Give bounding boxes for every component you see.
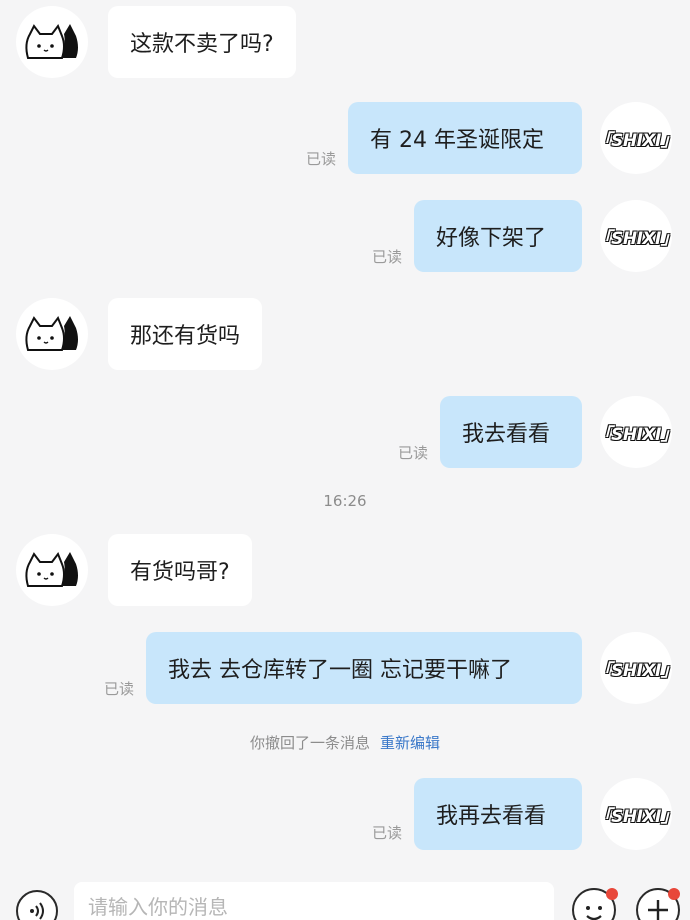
message-bubble[interactable]: 我去看看 [440, 396, 582, 468]
message-bubble[interactable]: 好像下架了 [414, 200, 582, 272]
message-bubble[interactable]: 我去 去仓库转了一圈 忘记要干嘛了 [146, 632, 582, 704]
message-row-incoming: 有货吗哥? [0, 534, 690, 606]
message-row-outgoing: 已读 好像下架了 「SHIXI」 [0, 200, 690, 272]
read-status: 已读 [372, 824, 403, 842]
message-bubble[interactable]: 有 24 年圣诞限定 [348, 102, 582, 174]
voice-icon [30, 902, 44, 920]
self-avatar-logo: 「SHIXI」 [600, 806, 672, 827]
self-avatar-logo: 「SHIXI」 [600, 660, 672, 681]
recall-notice: 你撤回了一条消息 重新编辑 [0, 732, 690, 753]
self-avatar-logo: 「SHIXI」 [600, 228, 672, 249]
message-row-outgoing: 已读 我去 去仓库转了一圈 忘记要干嘛了 「SHIXI」 [0, 632, 690, 704]
input-bar [0, 876, 690, 920]
contact-avatar[interactable] [16, 534, 88, 606]
timestamp: 16:26 [323, 492, 367, 510]
message-row-outgoing: 已读 有 24 年圣诞限定 「SHIXI」 [0, 102, 690, 174]
message-row-incoming: 这款不卖了吗? [0, 6, 690, 78]
read-status: 已读 [104, 680, 135, 698]
cat-avatar-icon [25, 315, 78, 351]
message-row-outgoing: 已读 我去看看 「SHIXI」 [0, 396, 690, 468]
contact-avatar[interactable] [16, 6, 88, 78]
cat-avatar-icon [25, 551, 78, 587]
recall-notice-text: 你撤回了一条消息 [249, 734, 370, 752]
self-avatar[interactable]: 「SHIXI」 [600, 778, 672, 850]
message-bubble[interactable]: 有货吗哥? [108, 534, 252, 606]
message-row-outgoing: 已读 我再去看看 「SHIXI」 [0, 778, 690, 850]
contact-avatar[interactable] [16, 298, 88, 370]
self-avatar[interactable]: 「SHIXI」 [600, 200, 672, 272]
read-status: 已读 [398, 444, 429, 462]
self-avatar[interactable]: 「SHIXI」 [600, 396, 672, 468]
voice-button[interactable] [16, 890, 58, 920]
message-input[interactable] [74, 882, 554, 920]
message-bubble[interactable]: 我再去看看 [414, 778, 582, 850]
read-status: 已读 [372, 248, 403, 266]
re-edit-link[interactable]: 重新编辑 [380, 734, 440, 752]
message-bubble[interactable]: 这款不卖了吗? [108, 6, 296, 78]
cat-avatar-icon [25, 23, 78, 59]
self-avatar[interactable]: 「SHIXI」 [600, 102, 672, 174]
message-row-incoming: 那还有货吗 [0, 298, 690, 370]
read-status: 已读 [306, 150, 337, 168]
message-bubble[interactable]: 那还有货吗 [108, 298, 263, 370]
self-avatar-logo: 「SHIXI」 [600, 424, 672, 445]
self-avatar[interactable]: 「SHIXI」 [600, 632, 672, 704]
self-avatar-logo: 「SHIXI」 [600, 130, 672, 151]
emoji-badge [606, 888, 618, 900]
plus-badge [668, 888, 680, 900]
